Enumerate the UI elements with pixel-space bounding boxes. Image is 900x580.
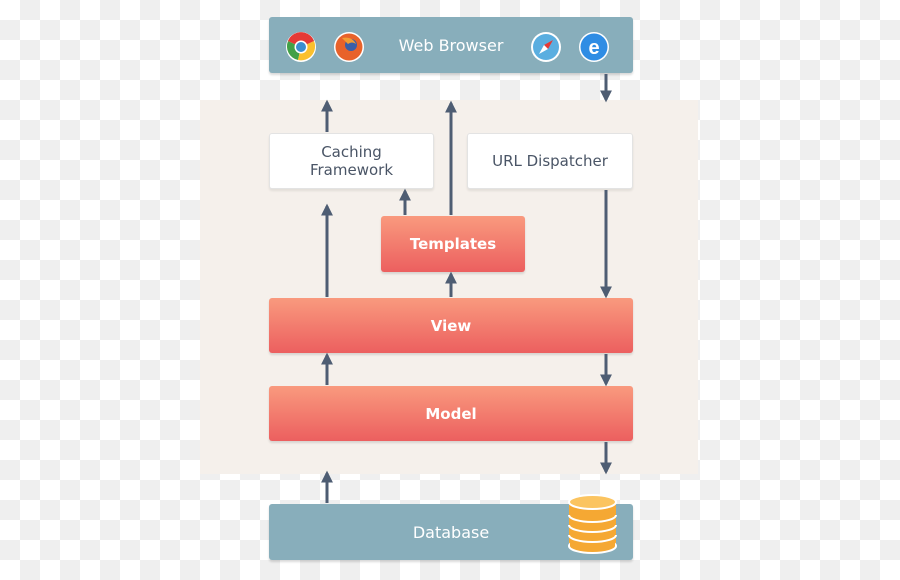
firefox-icon: [334, 32, 364, 62]
svg-text:e: e: [588, 37, 599, 59]
safari-icon: [531, 32, 561, 62]
database-icon: [568, 494, 617, 554]
chrome-icon: [286, 32, 316, 62]
internet-explorer-icon: e: [579, 32, 609, 62]
diagram-overlay: e: [286, 32, 617, 554]
